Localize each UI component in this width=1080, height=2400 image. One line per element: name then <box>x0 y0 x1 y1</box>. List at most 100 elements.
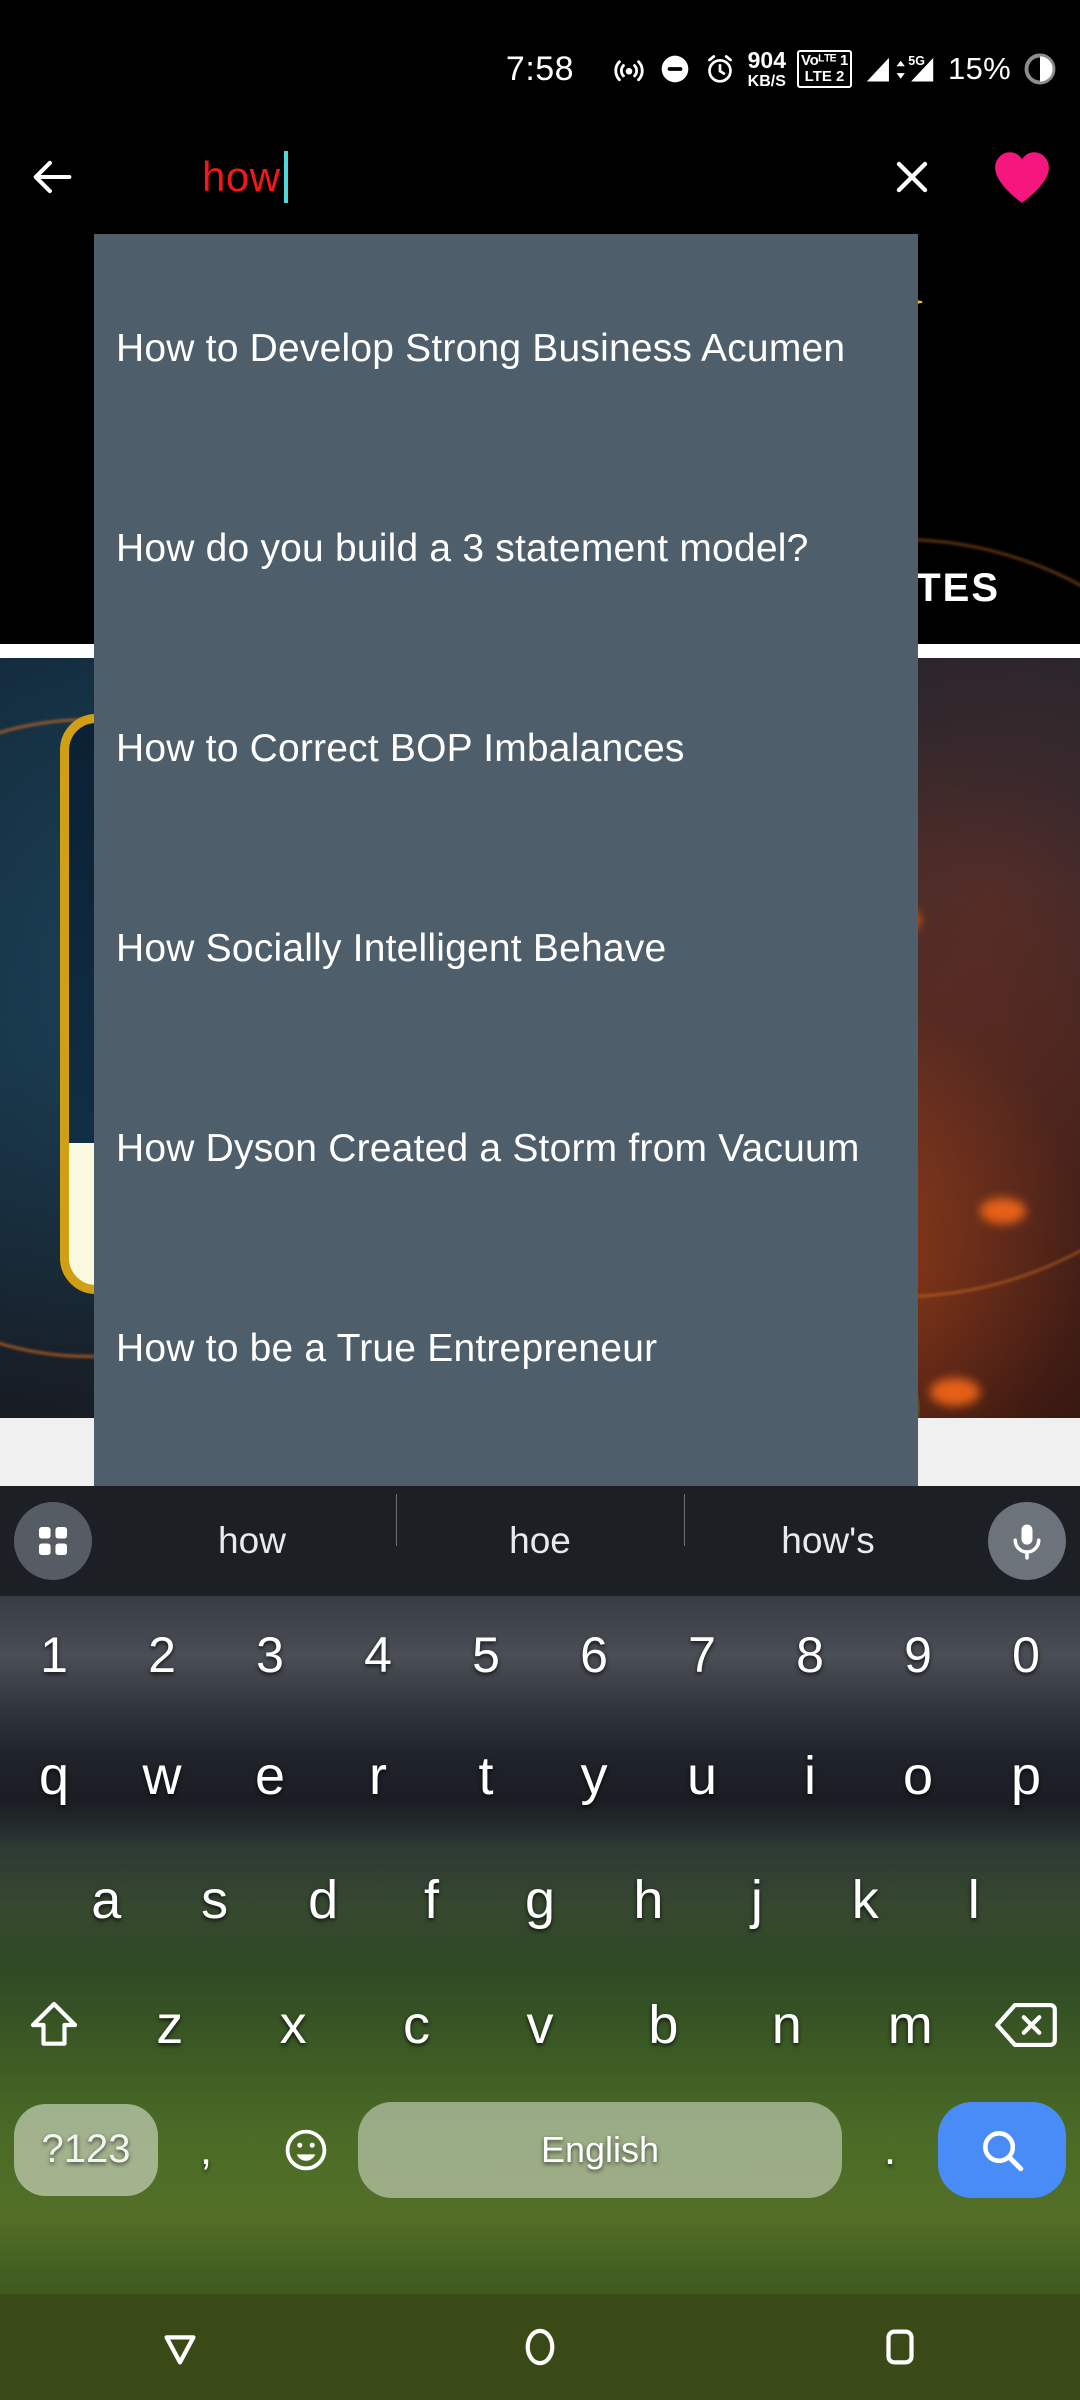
keyboard-suggestion[interactable]: how <box>108 1520 396 1562</box>
key-q[interactable]: q <box>0 1745 108 1807</box>
key-7[interactable]: 7 <box>648 1626 756 1684</box>
suggestion-item[interactable]: How Dyson Created a Storm from Vacuum <box>94 1072 918 1225</box>
keyboard-row-bottom: z x c v b n m <box>0 1962 1080 2087</box>
emoji-key[interactable] <box>254 2126 358 2174</box>
suggestion-item[interactable]: How to Develop Strong Business Acumen <box>94 272 918 425</box>
key-v[interactable]: v <box>478 1994 601 2056</box>
key-8[interactable]: 8 <box>756 1626 864 1684</box>
keyboard-suggestion[interactable]: how's <box>684 1494 972 1562</box>
nav-back-button[interactable] <box>100 2294 260 2400</box>
key-h[interactable]: h <box>594 1869 702 1931</box>
search-input[interactable]: how <box>104 118 860 236</box>
clear-search-button[interactable] <box>860 118 964 236</box>
suggestion-label: How to Develop Strong Business Acumen <box>116 326 846 370</box>
key-d[interactable]: d <box>269 1869 377 1931</box>
key-3[interactable]: 3 <box>216 1626 324 1684</box>
signal-bars-icon: 5G <box>863 51 937 87</box>
keyboard-row-numbers: 1 2 3 4 5 6 7 8 9 0 <box>0 1596 1080 1714</box>
key-9[interactable]: 9 <box>864 1626 972 1684</box>
key-1[interactable]: 1 <box>0 1626 108 1684</box>
key-p[interactable]: p <box>972 1745 1080 1807</box>
suggestion-label: How Dyson Created a Storm from Vacuum <box>116 1126 860 1170</box>
suggestion-label: How do you build a 3 statement model? <box>116 526 809 570</box>
data-speed-value: 904 <box>747 46 786 73</box>
keyboard-row-top: q w e r t y u i o p <box>0 1714 1080 1838</box>
arrow-left-icon <box>33 160 72 194</box>
suggestion-label: How to Correct BOP Imbalances <box>116 726 685 770</box>
key-a[interactable]: a <box>52 1869 160 1931</box>
key-g[interactable]: g <box>486 1869 594 1931</box>
microphone-icon[interactable] <box>988 1502 1066 1580</box>
key-j[interactable]: j <box>703 1869 811 1931</box>
keyboard-row-space: ?123 , English . <box>14 2087 1066 2212</box>
suggestion-label: How to be a True Entrepreneur <box>116 1326 658 1370</box>
key-n[interactable]: n <box>725 1994 848 2056</box>
key-r[interactable]: r <box>324 1745 432 1807</box>
svg-text:5G: 5G <box>908 54 925 68</box>
keyboard-suggestions: how hoe how's <box>108 1486 972 1596</box>
spark <box>930 1378 980 1406</box>
key-x[interactable]: x <box>231 1994 354 2056</box>
suggestion-item[interactable]: How do you build a 3 statement model? <box>94 472 918 625</box>
battery-percent: 15% <box>948 51 1011 86</box>
key-s[interactable]: s <box>160 1869 268 1931</box>
space-key[interactable]: English <box>358 2101 842 2198</box>
key-t[interactable]: t <box>432 1745 540 1807</box>
emoji-icon <box>285 2129 327 2170</box>
suggestion-label: How Socially Intelligent Behave <box>116 926 667 970</box>
keyboard-rows: 1 2 3 4 5 6 7 8 9 0 q w e r t y u i o p … <box>0 1596 1080 2294</box>
suggestion-item[interactable]: How to be a True Entrepreneur <box>94 1272 918 1425</box>
status-icons: 904 KB/S Voᴸᵀᴱ 1 LTE 2 5G 15% <box>611 46 1058 92</box>
key-z[interactable]: z <box>108 1994 231 2056</box>
key-i[interactable]: i <box>756 1745 864 1807</box>
grid-menu-icon[interactable] <box>14 1502 92 1580</box>
nav-recents-button[interactable] <box>820 2294 980 2400</box>
key-2[interactable]: 2 <box>108 1626 216 1684</box>
key-e[interactable]: e <box>216 1745 324 1807</box>
key-c[interactable]: c <box>355 1994 478 2056</box>
do-not-disturb-icon <box>658 52 692 86</box>
battery-icon <box>1022 51 1058 87</box>
suggestion-item[interactable]: How Socially Intelligent Behave <box>94 872 918 1025</box>
keyboard-suggestion[interactable]: hoe <box>396 1494 684 1562</box>
backspace-key[interactable] <box>972 2000 1080 2050</box>
on-screen-keyboard: how hoe how's 1 2 3 4 5 6 7 8 9 0 q w e … <box>0 1486 1080 2294</box>
key-u[interactable]: u <box>648 1745 756 1807</box>
search-suggestions-dropdown[interactable]: How to Develop Strong Business Acumen Ho… <box>94 234 918 1486</box>
spark <box>980 1198 1026 1224</box>
favorites-button[interactable] <box>964 118 1080 236</box>
suggestion-item[interactable]: How to Start a Business? <box>94 1472 918 1486</box>
key-k[interactable]: k <box>811 1869 919 1931</box>
comma-key[interactable]: , <box>158 2125 254 2175</box>
key-0[interactable]: 0 <box>972 1626 1080 1684</box>
key-b[interactable]: b <box>602 1994 725 2056</box>
status-bar: 7:58 904 KB/S Voᴸᵀᴱ 1 LTE 2 5G 15% <box>0 0 1080 118</box>
key-4[interactable]: 4 <box>324 1626 432 1684</box>
key-6[interactable]: 6 <box>540 1626 648 1684</box>
backspace-icon <box>995 2002 1057 2047</box>
symbols-key[interactable]: ?123 <box>14 2103 158 2196</box>
key-w[interactable]: w <box>108 1745 216 1807</box>
key-l[interactable]: l <box>920 1869 1028 1931</box>
hotspot-icon <box>611 51 647 87</box>
search-enter-key[interactable] <box>938 2101 1066 2198</box>
volte-icon: Voᴸᵀᴱ 1 LTE 2 <box>796 50 853 88</box>
suggestion-item[interactable]: How to Correct BOP Imbalances <box>94 672 918 825</box>
shift-key[interactable] <box>0 1997 108 2053</box>
text-cursor <box>283 151 288 203</box>
nav-home-button[interactable] <box>460 2294 620 2400</box>
back-button[interactable] <box>0 118 104 236</box>
key-o[interactable]: o <box>864 1745 972 1807</box>
key-m[interactable]: m <box>849 1994 972 2056</box>
navigation-bar <box>0 2294 1080 2400</box>
period-key[interactable]: . <box>842 2125 938 2175</box>
search-bar: how <box>0 118 1080 236</box>
data-speed-indicator: 904 KB/S <box>747 46 786 90</box>
key-5[interactable]: 5 <box>432 1626 540 1684</box>
key-y[interactable]: y <box>540 1745 648 1807</box>
volte-line-2: LTE 2 <box>804 68 845 85</box>
phone-screen: 7:58 904 KB/S Voᴸᵀᴱ 1 LTE 2 5G 15% how T… <box>0 0 1080 2400</box>
key-f[interactable]: f <box>377 1869 485 1931</box>
volte-line-1: Voᴸᵀᴱ 1 <box>800 52 849 70</box>
nav-home-circle-icon <box>525 2328 555 2366</box>
